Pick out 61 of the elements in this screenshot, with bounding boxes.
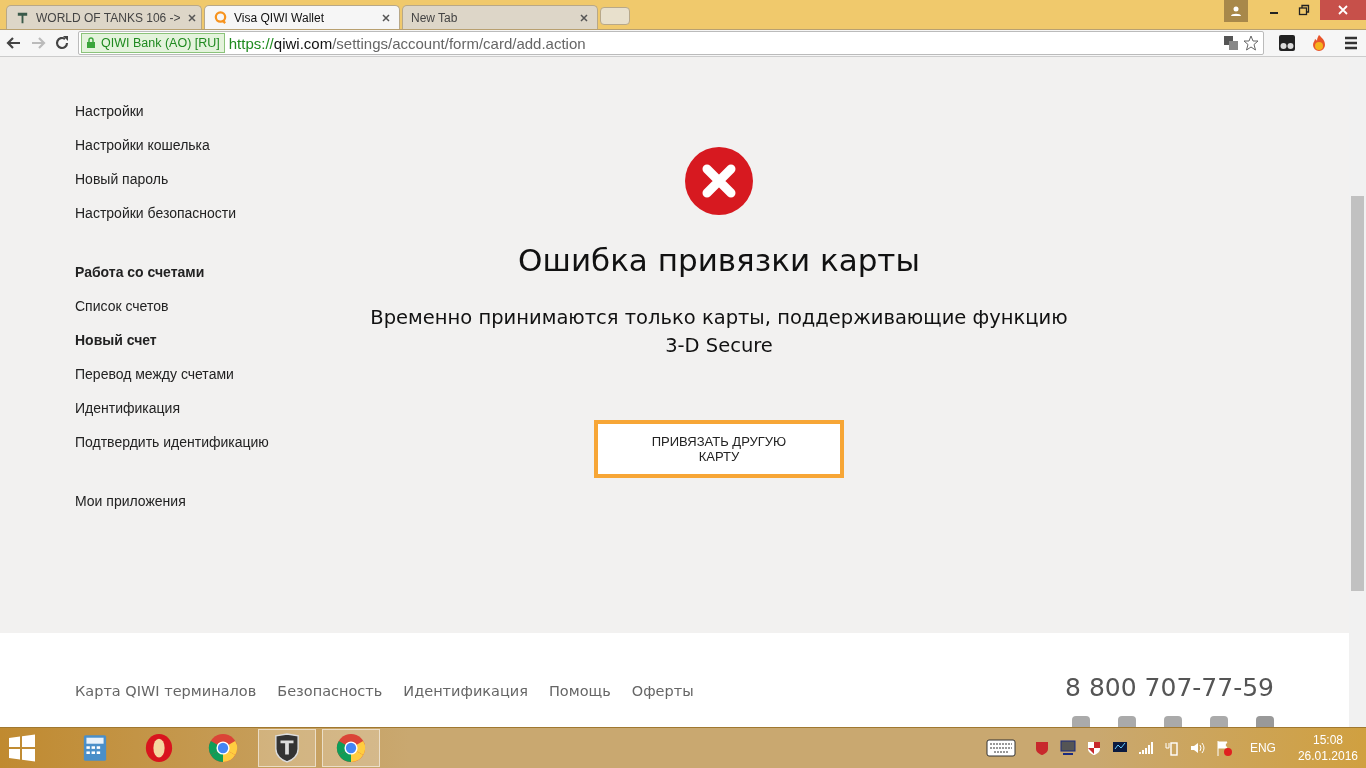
error-title: Ошибка привязки карты — [518, 242, 920, 278]
security-badge[interactable]: QIWI Bank (AO) [RU] — [81, 33, 225, 53]
qiwi-logo-icon — [213, 10, 228, 25]
browser-tab[interactable]: WORLD OF TANKS 106 -> — [6, 5, 202, 29]
menu-icon[interactable] — [1342, 34, 1360, 52]
taskbar-app[interactable] — [258, 729, 316, 767]
reload-icon[interactable] — [54, 35, 70, 51]
close-icon[interactable] — [186, 12, 197, 23]
browser-tab[interactable]: New Tab — [402, 5, 598, 29]
shield-icon[interactable] — [1033, 740, 1050, 756]
extension-icon[interactable] — [1278, 34, 1296, 52]
error-message: Временно принимаются только карты, поддерживающие функцию 3-D Secure — [369, 305, 1069, 359]
footer-link[interactable]: Карта QIWI терминалов — [75, 683, 257, 699]
restore-icon — [1298, 4, 1310, 16]
address-bar[interactable]: QIWI Bank (AO) [RU] https://qiwi.com/settings/account/form/card/add.action — [78, 31, 1264, 55]
close-icon — [1337, 4, 1349, 16]
profile-button[interactable] — [1224, 0, 1248, 22]
signal-icon[interactable] — [1137, 740, 1154, 756]
sidebar-link[interactable]: Новый счет — [75, 331, 369, 350]
monitor-icon[interactable] — [1059, 740, 1076, 756]
calculator-icon — [83, 734, 107, 762]
scrollbar[interactable] — [1349, 57, 1366, 727]
star-icon[interactable] — [1243, 35, 1259, 51]
close-button[interactable] — [1320, 0, 1366, 20]
tank-logo-icon — [15, 10, 30, 25]
translate-icon[interactable] — [1223, 35, 1239, 51]
footer-link[interactable]: Идентификация — [403, 683, 528, 699]
fire-face-icon[interactable] — [1310, 34, 1328, 52]
sidebar-link[interactable]: Новый пароль — [75, 170, 369, 189]
person-icon — [1230, 5, 1242, 17]
sidebar-link[interactable]: Перевод между счетами — [75, 365, 369, 384]
sidebar-link[interactable]: Мои приложения — [75, 492, 369, 511]
shield-icon[interactable] — [1085, 740, 1102, 756]
sidebar-link[interactable]: Идентификация — [75, 399, 369, 418]
sidebar-link[interactable]: Настройки безопасности — [75, 204, 369, 223]
minimize-icon — [1270, 12, 1278, 14]
sidebar-link[interactable]: Список счетов — [75, 297, 369, 316]
speaker-icon[interactable] — [1189, 740, 1206, 756]
sidebar-link[interactable]: Настройки — [75, 102, 369, 121]
bind-card-button[interactable]: ПРИВЯЗАТЬ ДРУГУЮ КАРТУ — [594, 420, 844, 478]
keyboard-icon[interactable] — [985, 739, 1016, 757]
phone-number: 8 800 707-77-59 — [1065, 673, 1274, 702]
back-icon[interactable] — [6, 35, 22, 51]
url-text: https://qiwi.com/settings/account/form/card/add.action — [228, 34, 586, 52]
footer-link[interactable]: Помощь — [548, 683, 611, 699]
sidebar-link[interactable]: Подтвердить идентификацию — [75, 433, 369, 452]
sidebar-heading: Работа со счетами — [75, 263, 206, 282]
close-icon[interactable] — [381, 12, 391, 23]
battery-icon[interactable] — [1163, 740, 1180, 756]
footer-link[interactable]: Оферты — [631, 683, 694, 699]
error-icon — [684, 146, 754, 216]
flag-icon[interactable] — [1215, 740, 1232, 756]
tank-logo-icon — [274, 733, 300, 763]
close-icon[interactable] — [579, 12, 589, 23]
browser-tab[interactable]: Visa QIWI Wallet — [204, 5, 400, 29]
windows-start-icon[interactable] — [8, 734, 36, 762]
opera-icon — [144, 733, 174, 763]
footer-link[interactable]: Безопасность — [277, 683, 383, 699]
chrome-icon — [336, 733, 366, 763]
chrome-icon — [208, 733, 238, 763]
sidebar-link[interactable]: Настройки кошелька — [75, 136, 369, 155]
